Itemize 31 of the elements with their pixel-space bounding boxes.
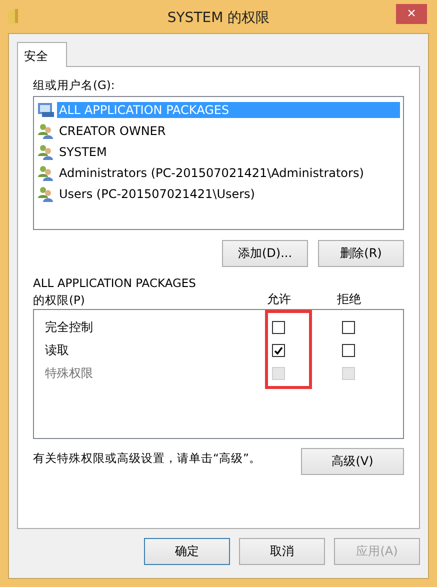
tab[interactable]: 安全 — [17, 42, 67, 67]
advanced-button[interactable]: 高级(V) — [301, 448, 404, 475]
list-item[interactable]: Users (PC-201507021421\Users) — [57, 186, 257, 202]
list-item[interactable]: Administrators (PC-201507021421\Administrators) — [57, 164, 366, 180]
dialog-button[interactable]: 添加(D)... — [222, 240, 308, 267]
users-icon — [37, 122, 55, 138]
users-icon — [37, 186, 55, 202]
column-header: 拒绝 — [336, 291, 362, 308]
permissions-label: 的权限(P) — [33, 292, 86, 308]
folder-icon — [8, 8, 18, 24]
permission-name: 读取 — [45, 342, 70, 359]
permission-name: 特殊权限 — [45, 365, 94, 382]
window-title: SYSTEM 的权限 — [167, 9, 270, 27]
list-item[interactable]: CREATOR OWNER — [57, 122, 168, 138]
checkbox[interactable] — [272, 321, 284, 334]
list-item[interactable]: SYSTEM — [57, 144, 109, 160]
list-label: 组或用户名(G): — [33, 77, 116, 93]
dialog-button[interactable]: 取消 — [239, 538, 325, 565]
checkbox[interactable] — [272, 344, 284, 357]
package-icon — [37, 102, 55, 118]
checkbox[interactable] — [342, 321, 354, 334]
close-button[interactable]: × — [396, 4, 427, 24]
permissions-label: ALL APPLICATION PACKAGES — [33, 275, 197, 291]
checkbox[interactable] — [342, 344, 354, 357]
permission-name: 完全控制 — [45, 319, 94, 336]
hint-text: 有关特殊权限或高级设置，请单击“高级”。 — [33, 450, 261, 466]
dialog-button[interactable]: 删除(R) — [318, 240, 404, 267]
column-header: 允许 — [266, 291, 292, 308]
dialog-button[interactable]: 确定 — [144, 538, 230, 565]
users-icon — [37, 144, 55, 160]
users-icon — [37, 164, 55, 180]
